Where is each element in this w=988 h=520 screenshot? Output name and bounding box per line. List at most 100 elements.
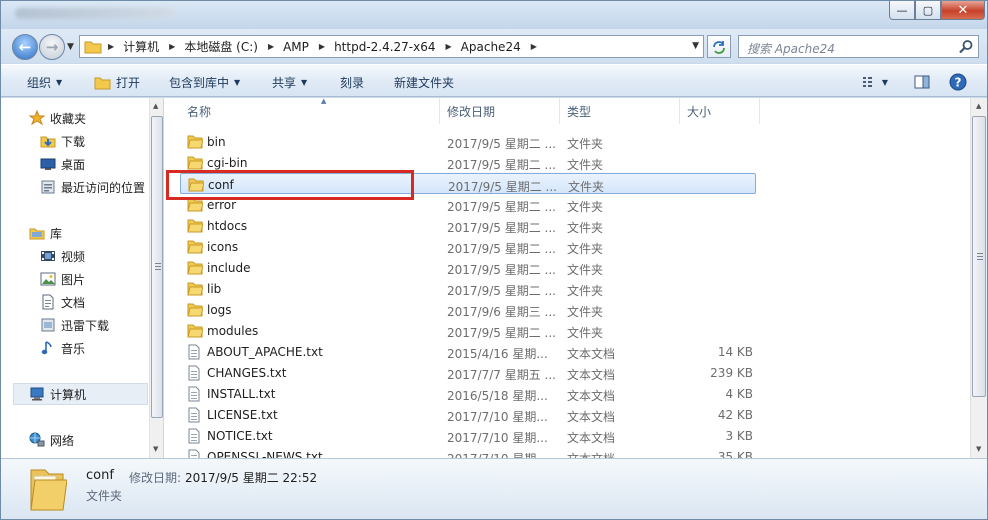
file-list-scrollbar[interactable]: ▲ ▼ [970, 98, 987, 458]
address-dropdown-icon[interactable]: ▼ [692, 41, 699, 51]
close-button[interactable]: ✕ [941, 1, 985, 20]
file-name: htdocs [207, 219, 248, 233]
nav-libraries[interactable]: 库 [29, 223, 62, 243]
file-date: 2016/5/18 星期... [447, 389, 548, 403]
nav-recent-places[interactable]: 最近访问的位置 [40, 177, 145, 197]
file-size: 239 KB [710, 366, 753, 380]
file-row[interactable]: NOTICE.txt 2017/7/10 星期... 文本文档 3 KB [180, 425, 756, 446]
file-row[interactable]: CHANGES.txt 2017/7/7 星期五 ... 文本文档 239 KB [180, 362, 756, 383]
caret-down-icon: ▼ [56, 78, 63, 87]
file-row[interactable]: icons 2017/9/5 星期二 ... 文件夹 [180, 236, 756, 257]
file-type: 文本文档 [567, 389, 616, 403]
search-box[interactable]: 搜索 Apache24 [738, 35, 979, 58]
nav-music[interactable]: 音乐 [40, 338, 85, 358]
nav-videos[interactable]: 视频 [40, 246, 85, 266]
column-header-name[interactable]: 名称 ▲ [180, 97, 440, 124]
help-icon: ? [949, 73, 967, 91]
refresh-button[interactable] [707, 35, 731, 58]
file-name: include [207, 261, 251, 275]
scroll-down-arrow-icon[interactable]: ▼ [153, 445, 158, 453]
file-size: 3 KB [725, 429, 753, 443]
nav-network-label: 网络 [50, 433, 75, 448]
nav-network[interactable]: 网络 [29, 430, 74, 450]
file-name: NOTICE.txt [207, 429, 273, 443]
video-icon [40, 248, 56, 264]
libraries-icon [29, 225, 45, 241]
nav-scrollbar[interactable]: ▲ ▼ [149, 98, 163, 458]
crumb-computer[interactable]: 计算机 [119, 36, 163, 57]
forward-button[interactable]: → [39, 34, 65, 60]
open-folder-icon [94, 77, 111, 89]
nav-pictures-label: 图片 [61, 272, 86, 287]
nav-downloads[interactable]: 下载 [40, 131, 85, 151]
file-row[interactable]: INSTALL.txt 2016/5/18 星期... 文本文档 4 KB [180, 383, 756, 404]
file-date: 2017/9/6 星期三 ... [447, 305, 556, 319]
nav-documents[interactable]: 文档 [40, 292, 85, 312]
minimize-button[interactable]: — [889, 1, 915, 20]
file-row[interactable]: include 2017/9/5 星期二 ... 文件夹 [180, 257, 756, 278]
file-type: 文本文档 [567, 410, 616, 424]
crumb-separator-icon[interactable]: ▶ [262, 42, 279, 51]
crumb-httpd[interactable]: httpd-2.4.27-x64 [330, 36, 439, 57]
open-button[interactable]: 打开 [94, 74, 140, 91]
file-row[interactable]: LICENSE.txt 2017/7/10 星期... 文本文档 42 KB [180, 404, 756, 425]
crumb-apache24[interactable]: Apache24 [457, 36, 525, 57]
column-header-type[interactable]: 类型 [560, 98, 680, 124]
file-date: 2017/9/5 星期二 ... [447, 200, 556, 214]
scroll-down-arrow-icon[interactable]: ▼ [976, 445, 981, 453]
search-placeholder: 搜索 Apache24 [747, 42, 835, 56]
organize-button[interactable]: 组织 ▼ [27, 74, 62, 91]
file-type: 文件夹 [567, 284, 604, 298]
file-row[interactable]: htdocs 2017/9/5 星期二 ... 文件夹 [180, 215, 756, 236]
crumb-separator-icon[interactable]: ▶ [440, 42, 457, 51]
file-list: 名称 ▲ 修改日期 类型 大小 bin 2017/9/5 星期二 ... 文件夹 cg… [164, 97, 987, 466]
file-date: 2017/9/5 星期二 ... [447, 221, 556, 235]
crumb-separator-icon[interactable]: ▶ [313, 42, 330, 51]
file-row[interactable]: modules 2017/9/5 星期二 ... 文件夹 [180, 320, 756, 341]
search-icon[interactable] [958, 39, 974, 55]
help-button[interactable]: ? [947, 72, 969, 92]
file-row[interactable]: bin 2017/9/5 星期二 ... 文件夹 [180, 131, 756, 152]
network-icon [29, 432, 45, 448]
crumb-separator-icon[interactable]: ▶ [163, 42, 180, 51]
file-name: INSTALL.txt [207, 387, 276, 401]
file-name: bin [207, 135, 226, 149]
column-date-label: 修改日期 [447, 104, 496, 119]
highlight-annotation-box [166, 170, 414, 200]
nav-pictures[interactable]: 图片 [40, 269, 85, 289]
scroll-up-arrow-icon[interactable]: ▲ [153, 102, 158, 110]
file-row[interactable]: ABOUT_APACHE.txt 2015/4/16 星期... 文本文档 14 KB [180, 341, 756, 362]
file-date: 2017/9/5 星期二 ... [447, 284, 556, 298]
window-controls: — ▢ ✕ [889, 1, 985, 20]
crumb-local-disk[interactable]: 本地磁盘 (C:) [180, 36, 262, 57]
view-options-button[interactable]: ▼ [857, 72, 893, 92]
crumb-separator-icon[interactable]: ▶ [525, 42, 542, 51]
include-in-library-button[interactable]: 包含到库中 ▼ [169, 74, 240, 91]
column-header-date[interactable]: 修改日期 [440, 98, 560, 124]
address-bar[interactable]: ▶ 计算机 ▶ 本地磁盘 (C:) ▶ AMP ▶ httpd-2.4.27-x… [79, 35, 704, 58]
file-row[interactable]: lib 2017/9/5 星期二 ... 文件夹 [180, 278, 756, 299]
file-row[interactable]: logs 2017/9/6 星期三 ... 文件夹 [180, 299, 756, 320]
burn-button[interactable]: 刻录 [340, 74, 364, 91]
preview-pane-button[interactable] [911, 72, 933, 92]
title-bar[interactable]: — ▢ ✕ [1, 1, 987, 29]
crumb-separator-icon[interactable]: ▶ [102, 42, 119, 51]
share-button[interactable]: 共享 ▼ [272, 74, 307, 91]
file-list-scroll-thumb[interactable] [972, 116, 986, 397]
nav-favorites[interactable]: 收藏夹 [29, 108, 86, 128]
text-file-icon [187, 407, 201, 426]
xunlei-folder-icon [40, 317, 56, 333]
new-folder-button[interactable]: 新建文件夹 [394, 74, 454, 91]
nav-xunlei-downloads[interactable]: 迅雷下载 [40, 315, 109, 335]
scroll-up-arrow-icon[interactable]: ▲ [976, 102, 981, 110]
crumb-amp[interactable]: AMP [279, 36, 313, 57]
nav-desktop[interactable]: 桌面 [40, 154, 85, 174]
nav-computer[interactable]: 计算机 [29, 384, 86, 404]
grip-line [977, 259, 983, 260]
back-button[interactable]: ← [12, 34, 38, 60]
column-header-size[interactable]: 大小 [680, 98, 760, 124]
file-type: 文件夹 [567, 242, 604, 256]
nav-scroll-thumb[interactable] [151, 116, 163, 418]
recent-pages-dropdown[interactable]: ▼ [67, 42, 74, 52]
maximize-button[interactable]: ▢ [915, 1, 941, 20]
